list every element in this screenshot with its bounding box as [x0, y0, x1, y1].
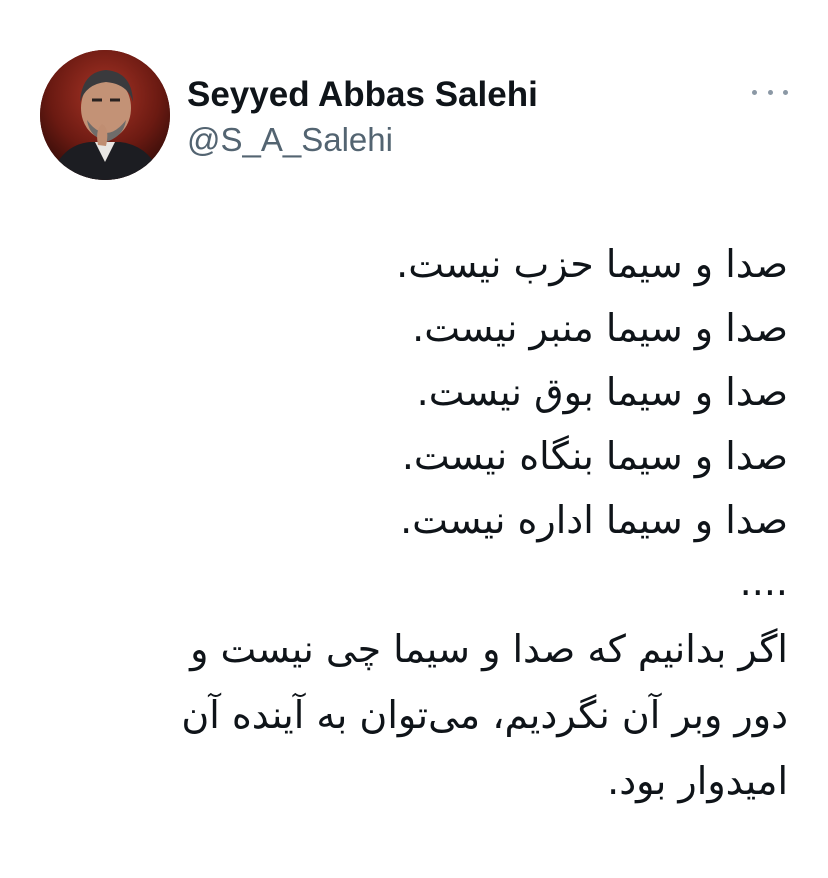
more-options-button[interactable]: [752, 80, 788, 104]
more-dot-icon: [783, 89, 788, 95]
tweet-text: صدا و سیما حزب نیست. صدا و سیما منبر نیس…: [40, 232, 788, 814]
more-dot-icon: [752, 89, 757, 95]
display-name[interactable]: Seyyed Abbas Salehi: [187, 74, 538, 116]
tweet-line: صدا و سیما اداره نیست.: [400, 498, 788, 542]
more-dot-icon: [767, 89, 773, 95]
tweet-closing-paragraph: اگر بدانیم که صدا و سیما چی نیست و دور و…: [40, 616, 788, 814]
tweet-ellipsis: ....: [739, 560, 788, 604]
tweet-line: امیدوار بود.: [607, 759, 788, 803]
avatar[interactable]: [40, 50, 170, 180]
tweet-line: اگر بدانیم که صدا و سیما چی نیست و: [190, 627, 788, 671]
tweet-line: دور وبر آن نگردیم، می‌توان به آینده آن: [181, 693, 788, 737]
profile-photo-icon: [40, 50, 170, 180]
username-handle[interactable]: @S_A_Salehi: [187, 118, 538, 162]
tweet-line: صدا و سیما حزب نیست.: [396, 242, 788, 286]
tweet-line: صدا و سیما منبر نیست.: [412, 306, 788, 350]
tweet-line: صدا و سیما بنگاه نیست.: [401, 434, 788, 478]
tweet-header: Seyyed Abbas Salehi @S_A_Salehi: [40, 50, 800, 182]
tweet-card: Seyyed Abbas Salehi @S_A_Salehi صدا و سی…: [0, 0, 828, 878]
tweet-line: صدا و سیما بوق نیست.: [416, 370, 788, 414]
author-names: Seyyed Abbas Salehi @S_A_Salehi: [187, 74, 538, 162]
